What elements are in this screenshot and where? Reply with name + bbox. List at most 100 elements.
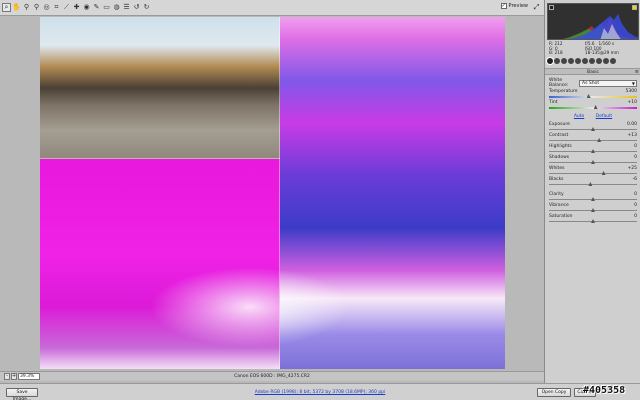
tint-track[interactable] <box>549 107 637 109</box>
camera-raw-window: ⌕ ✋ ⚲ ⚲ ◎ ⌗ ⟋ ✚ ◉ ✎ ▭ ◍ ☰ ↺ ↻ ✓ Preview ⤢ - + 39.3% Ca… <box>0 0 640 400</box>
surf-highlight <box>150 267 350 347</box>
eyedropper-icon[interactable]: ⚲ <box>22 3 31 12</box>
highlight-clipping-toggle[interactable] <box>632 5 637 10</box>
rotate-left-icon[interactable]: ↺ <box>132 3 141 12</box>
white-balance-value: As Shot <box>582 80 600 86</box>
preview-toggle[interactable]: ✓ Preview <box>500 3 528 9</box>
auto-default-row: Auto Default <box>545 114 640 119</box>
contrast-value[interactable]: +13 <box>628 133 638 138</box>
file-name-label: Canon EOS 600D : IMG_4275.CR2 <box>234 374 310 379</box>
blacks-track[interactable] <box>549 184 637 185</box>
whites-track[interactable] <box>549 173 637 174</box>
vibrance-label: Vibrance <box>549 203 569 208</box>
shadow-clipping-toggle[interactable] <box>549 5 554 10</box>
color-sampler-icon[interactable]: ⚲ <box>32 3 41 12</box>
shadows-slider[interactable]: Shadows 0 <box>549 155 637 166</box>
status-bar: - + 39.3% Canon EOS 600D : IMG_4275.CR2 <box>0 371 544 381</box>
blacks-slider[interactable]: Blacks -6 <box>549 177 637 188</box>
hand-icon[interactable]: ✋ <box>12 3 21 12</box>
preview-checkbox[interactable]: ✓ <box>500 3 507 9</box>
saturation-slider[interactable]: Saturation 0 <box>549 214 637 225</box>
straighten-icon[interactable]: ⟋ <box>62 3 71 12</box>
highlights-value[interactable]: 0 <box>634 144 637 149</box>
contrast-track[interactable] <box>549 140 637 141</box>
camera-settings: f/5.6 1/160 s ISO 10018-135@29 mm <box>585 41 639 56</box>
tab-effects-icon[interactable] <box>589 58 595 64</box>
blacks-value[interactable]: -6 <box>633 177 638 182</box>
tint-slider[interactable]: Tint +10 <box>549 100 637 111</box>
white-balance-label: White Balance: <box>549 78 569 88</box>
white-balance-row: White Balance: As Shot ▼ <box>549 78 637 88</box>
tab-hsl-icon[interactable] <box>568 58 574 64</box>
watermark-id: #405358 <box>583 385 626 396</box>
section-title: Basic ≡ <box>545 68 640 75</box>
graduated-filter-icon[interactable]: ▭ <box>102 3 111 12</box>
lens-value: 18-135@29 mm <box>585 50 619 56</box>
section-title-label: Basic <box>587 70 599 75</box>
pixel-readout: R: 212 G: 0 B: 218 f/5.6 1/160 s ISO 1001… <box>547 41 639 56</box>
radial-filter-icon[interactable]: ◍ <box>112 3 121 12</box>
tile-divider-vertical <box>279 17 280 369</box>
tab-snapshots-icon[interactable] <box>610 58 616 64</box>
whites-value[interactable]: +25 <box>628 166 638 171</box>
magnifier-icon[interactable]: ⌕ <box>2 3 11 12</box>
tab-presets-icon[interactable] <box>603 58 609 64</box>
tab-tone-curve-icon[interactable] <box>554 58 560 64</box>
temperature-slider[interactable]: Temperature 5300 <box>549 89 637 100</box>
tile-divider-horizontal <box>40 158 280 159</box>
whites-label: Whites <box>549 166 565 171</box>
tint-value[interactable]: +10 <box>628 100 638 105</box>
exposure-value[interactable]: 0.00 <box>627 122 637 127</box>
clarity-slider[interactable]: Clarity 0 <box>549 192 637 203</box>
image-preview-canvas[interactable] <box>40 17 505 369</box>
preview-region-original <box>40 17 280 159</box>
highlights-slider[interactable]: Highlights 0 <box>549 144 637 155</box>
highlights-label: Highlights <box>549 144 572 149</box>
open-copy-button[interactable]: Open Copy <box>537 388 571 397</box>
shadows-label: Shadows <box>549 155 570 160</box>
contrast-label: Contrast <box>549 133 569 138</box>
temperature-value[interactable]: 5300 <box>626 89 637 94</box>
brush-icon[interactable]: ✎ <box>92 3 101 12</box>
red-eye-icon[interactable]: ◉ <box>82 3 91 12</box>
rgb-values: R: 212 G: 0 B: 218 <box>549 41 563 56</box>
white-balance-select[interactable]: As Shot ▼ <box>579 79 637 87</box>
shadows-value[interactable]: 0 <box>634 155 637 160</box>
vibrance-slider[interactable]: Vibrance 0 <box>549 203 637 214</box>
tab-split-toning-icon[interactable] <box>575 58 581 64</box>
preview-label: Preview <box>508 3 528 9</box>
panel-tabs <box>547 58 639 66</box>
fullscreen-icon[interactable]: ⤢ <box>532 3 541 12</box>
tab-detail-icon[interactable] <box>561 58 567 64</box>
exposure-slider[interactable]: Exposure 0.00 <box>549 122 637 133</box>
exposure-label: Exposure <box>549 122 570 127</box>
panel-menu-icon[interactable]: ≡ <box>635 69 639 76</box>
chevron-down-icon: ▼ <box>631 80 635 86</box>
contrast-slider[interactable]: Contrast +13 <box>549 133 637 144</box>
vibrance-value[interactable]: 0 <box>634 203 637 208</box>
preferences-icon[interactable]: ☰ <box>122 3 131 12</box>
crop-icon[interactable]: ⌗ <box>52 3 61 12</box>
auto-link[interactable]: Auto <box>574 114 584 119</box>
temperature-track[interactable] <box>549 96 637 98</box>
rotate-right-icon[interactable]: ↻ <box>142 3 151 12</box>
clarity-label: Clarity <box>549 192 564 197</box>
bottom-bar: Save Image... Adobe RGB (1998); 8 bit; 5… <box>0 383 640 400</box>
saturation-value[interactable]: 0 <box>634 214 637 219</box>
toolbar: ⌕ ✋ ⚲ ⚲ ◎ ⌗ ⟋ ✚ ◉ ✎ ▭ ◍ ☰ ↺ ↻ ✓ Preview ⤢ <box>0 0 544 16</box>
blacks-label: Blacks <box>549 177 564 182</box>
tint-label: Tint <box>549 100 558 105</box>
default-link[interactable]: Default <box>596 114 612 119</box>
whites-slider[interactable]: Whites +25 <box>549 166 637 177</box>
clarity-value[interactable]: 0 <box>634 192 637 197</box>
spot-removal-icon[interactable]: ✚ <box>72 3 81 12</box>
target-icon[interactable]: ◎ <box>42 3 51 12</box>
tab-camera-calibration-icon[interactable] <box>596 58 602 64</box>
temperature-label: Temperature <box>549 89 578 94</box>
tab-lens-corrections-icon[interactable] <box>582 58 588 64</box>
histogram-graph <box>563 14 638 39</box>
histogram <box>547 3 639 40</box>
blue-value: B: 218 <box>549 50 563 56</box>
tab-basic-icon[interactable] <box>547 58 553 64</box>
saturation-label: Saturation <box>549 214 573 219</box>
